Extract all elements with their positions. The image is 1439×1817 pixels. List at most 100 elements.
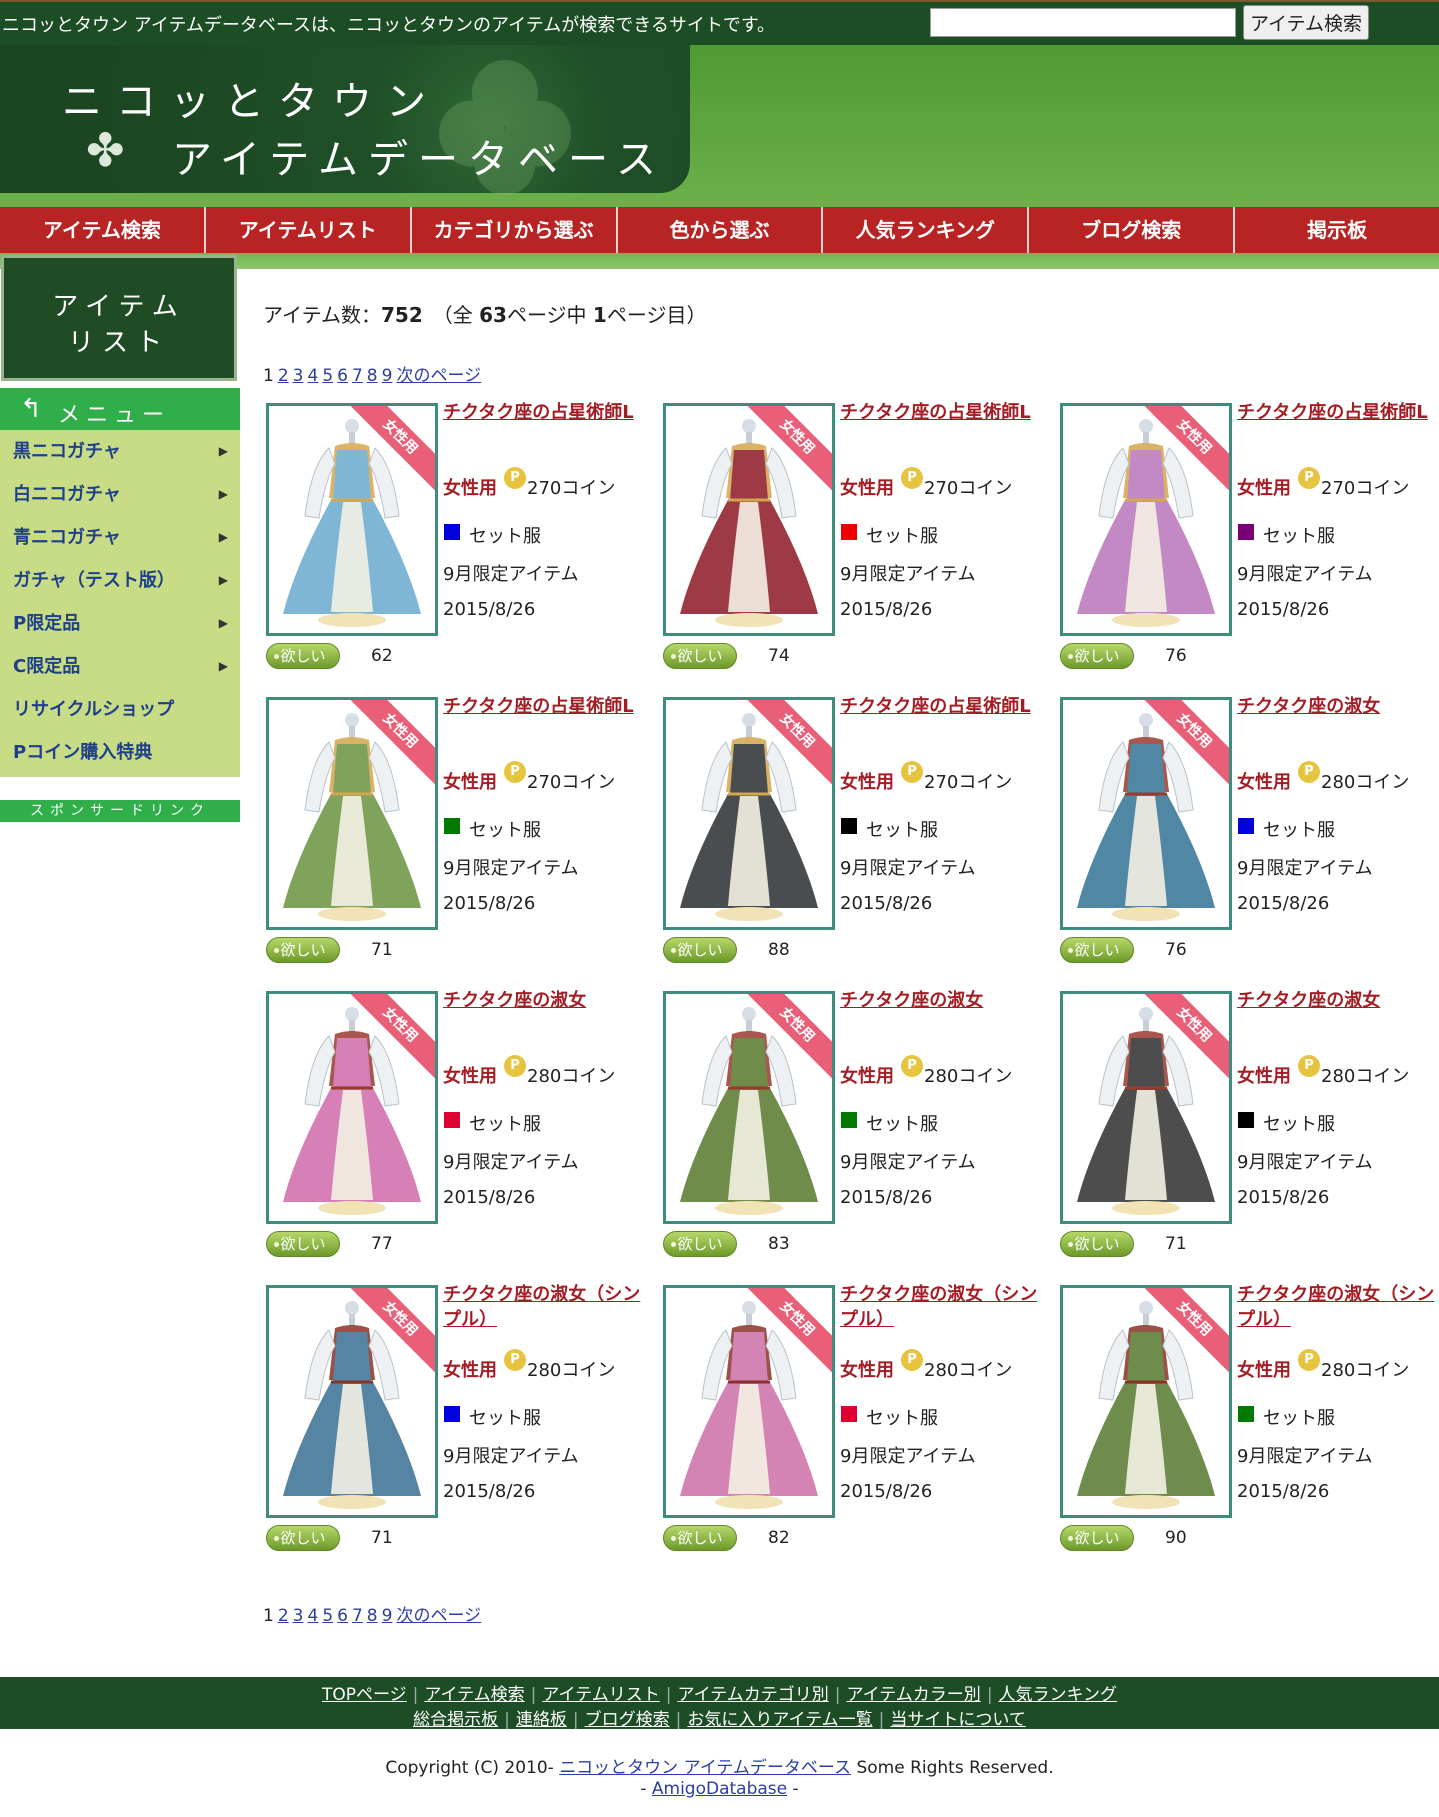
footer-link-ranking[interactable]: 人気ランキング — [999, 1685, 1118, 1705]
separator: | — [986, 1685, 993, 1705]
pager-link[interactable]: 8 — [367, 1606, 378, 1626]
want-button[interactable]: 欲しい — [663, 643, 737, 669]
want-button[interactable]: 欲しい — [1060, 937, 1134, 963]
sidebar-item-p-limited[interactable]: P限定品 ▶ — [0, 602, 240, 645]
item-name-link[interactable]: チクタク座の淑女（シンプル） — [840, 1282, 1040, 1332]
want-button[interactable]: 欲しい — [266, 1525, 340, 1551]
pager-link[interactable]: 6 — [337, 366, 348, 386]
item-thumbnail[interactable]: 女性用 — [266, 991, 438, 1224]
item-thumbnail[interactable]: 女性用 — [663, 403, 835, 636]
footer-link-category[interactable]: アイテムカテゴリ別 — [677, 1685, 828, 1705]
footer-link-search[interactable]: アイテム検索 — [424, 1685, 524, 1705]
item-name-link[interactable]: チクタク座の占星術師L — [443, 694, 643, 719]
item-name-link[interactable]: チクタク座の占星術師L — [1237, 400, 1437, 425]
footer-link-favorites[interactable]: お気に入りアイテム一覧 — [687, 1710, 872, 1730]
pager-link[interactable]: 7 — [352, 1606, 363, 1626]
nav-item-search[interactable]: アイテム検索 — [0, 207, 206, 253]
sidebar-item-recycle-shop[interactable]: リサイクルショップ — [0, 688, 240, 731]
want-button[interactable]: 欲しい — [663, 937, 737, 963]
item-card: 女性用 チクタク座の淑女 女性用 P 280コイン セット服 9月限定アイテム 2015/8/… — [1057, 988, 1439, 1278]
item-thumbnail[interactable]: 女性用 — [663, 697, 835, 930]
item-name-link[interactable]: チクタク座の淑女 — [840, 988, 1040, 1013]
amigo-database-link[interactable]: AmigoDatabase — [652, 1779, 787, 1799]
pager-link[interactable]: 3 — [293, 366, 304, 386]
want-button[interactable]: 欲しい — [663, 1525, 737, 1551]
nav-item-category[interactable]: カテゴリから選ぶ — [412, 207, 618, 253]
sidebar-item-black-gacha[interactable]: 黒ニコガチャ ▶ — [0, 430, 240, 473]
nav-item-list[interactable]: アイテムリスト — [206, 207, 412, 253]
site-logo[interactable]: ✤ ニコッとタウン アイテムデータベース — [0, 45, 690, 195]
item-thumbnail[interactable]: 女性用 — [663, 991, 835, 1224]
site-tagline: ニコッとタウン アイテムデータベースは、ニコッとタウンのアイテムが検索できるサイ… — [2, 15, 776, 36]
item-name-link[interactable]: チクタク座の占星術師L — [840, 400, 1040, 425]
want-button[interactable]: 欲しい — [663, 1231, 737, 1257]
sidebar-item-pcoin-bonus[interactable]: Pコイン購入特典 — [0, 731, 240, 774]
pager-link[interactable]: 9 — [382, 1606, 393, 1626]
footer-link-contact[interactable]: 連絡板 — [516, 1710, 567, 1730]
pager-link[interactable]: 8 — [367, 366, 378, 386]
p-coin-icon: P — [1298, 467, 1320, 489]
item-name-link[interactable]: チクタク座の淑女 — [1237, 988, 1437, 1013]
sidebar-item-c-limited[interactable]: C限定品 ▶ — [0, 645, 240, 688]
item-thumbnail[interactable]: 女性用 — [1060, 697, 1232, 930]
want-button[interactable]: 欲しい — [266, 937, 340, 963]
pager-link[interactable]: 3 — [293, 1606, 304, 1626]
nav-item-blog-search[interactable]: ブログ検索 — [1029, 207, 1236, 253]
item-name-link[interactable]: チクタク座の淑女（シンプル） — [443, 1282, 643, 1332]
pager-link[interactable]: 5 — [322, 366, 333, 386]
copyright-site-link[interactable]: ニコッとタウン アイテムデータベース — [559, 1758, 851, 1778]
item-name-link[interactable]: チクタク座の淑女（シンプル） — [1237, 1282, 1437, 1332]
search-input[interactable] — [930, 8, 1236, 37]
leaf-icon: ✤ — [86, 123, 125, 177]
pager-link[interactable]: 6 — [337, 1606, 348, 1626]
nav-item-color[interactable]: 色から選ぶ — [618, 207, 824, 253]
want-button[interactable]: 欲しい — [266, 643, 340, 669]
sidebar-item-label: C限定品 — [13, 656, 81, 677]
separator: | — [665, 1685, 672, 1705]
item-thumbnail[interactable]: 女性用 — [663, 1285, 835, 1518]
want-count: 82 — [768, 1528, 790, 1548]
item-card: 女性用 チクタク座の淑女（シンプル） 女性用 P 280コイン セット服 9月限定アイテム 2… — [1057, 1282, 1439, 1572]
p-coin-icon: P — [901, 761, 923, 783]
footer-link-board[interactable]: 総合掲示板 — [413, 1710, 498, 1730]
nav-item-board[interactable]: 掲示板 — [1235, 207, 1439, 253]
item-name-link[interactable]: チクタク座の淑女 — [1237, 694, 1437, 719]
sidebar-item-blue-gacha[interactable]: 青ニコガチャ ▶ — [0, 516, 240, 559]
item-thumbnail[interactable]: 女性用 — [1060, 991, 1232, 1224]
footer-link-list[interactable]: アイテムリスト — [542, 1685, 659, 1705]
item-type: セット服 — [866, 1408, 938, 1429]
want-button[interactable]: 欲しい — [1060, 1231, 1134, 1257]
item-name-link[interactable]: チクタク座の占星術師L — [840, 694, 1040, 719]
pager-next[interactable]: 次のページ — [396, 366, 481, 386]
item-price: 280コイン — [924, 1066, 1013, 1087]
pager-link[interactable]: 9 — [382, 366, 393, 386]
nav-item-ranking[interactable]: 人気ランキング — [823, 207, 1030, 253]
item-thumbnail[interactable]: 女性用 — [266, 1285, 438, 1518]
footer-link-about[interactable]: 当サイトについて — [890, 1710, 1026, 1730]
pager-link[interactable]: 2 — [278, 366, 289, 386]
want-button[interactable]: 欲しい — [266, 1231, 340, 1257]
pager-link[interactable]: 7 — [352, 366, 363, 386]
color-swatch — [1238, 818, 1254, 834]
want-button[interactable]: 欲しい — [1060, 1525, 1134, 1551]
item-name-link[interactable]: チクタク座の淑女 — [443, 988, 643, 1013]
footer-link-top[interactable]: TOPページ — [322, 1685, 407, 1705]
item-limited: 9月限定アイテム — [443, 1152, 579, 1173]
item-name-link[interactable]: チクタク座の占星術師L — [443, 400, 643, 425]
pager-link[interactable]: 4 — [307, 1606, 318, 1626]
pager-link[interactable]: 2 — [278, 1606, 289, 1626]
item-thumbnail[interactable]: 女性用 — [1060, 1285, 1232, 1518]
sidebar-item-white-gacha[interactable]: 白ニコガチャ ▶ — [0, 473, 240, 516]
pager-next[interactable]: 次のページ — [396, 1606, 481, 1626]
sidebar-item-test-gacha[interactable]: ガチャ（テスト版） ▶ — [0, 559, 240, 602]
item-search-button[interactable]: アイテム検索 — [1243, 5, 1369, 40]
pager-link[interactable]: 5 — [322, 1606, 333, 1626]
footer-link-blog[interactable]: ブログ検索 — [585, 1710, 670, 1730]
item-thumbnail[interactable]: 女性用 — [266, 697, 438, 930]
footer-link-color[interactable]: アイテムカラー別 — [847, 1685, 981, 1705]
want-button[interactable]: 欲しい — [1060, 643, 1134, 669]
pager-link[interactable]: 4 — [307, 366, 318, 386]
item-date: 2015/8/26 — [443, 599, 536, 620]
item-thumbnail[interactable]: 女性用 — [266, 403, 438, 636]
item-thumbnail[interactable]: 女性用 — [1060, 403, 1232, 636]
